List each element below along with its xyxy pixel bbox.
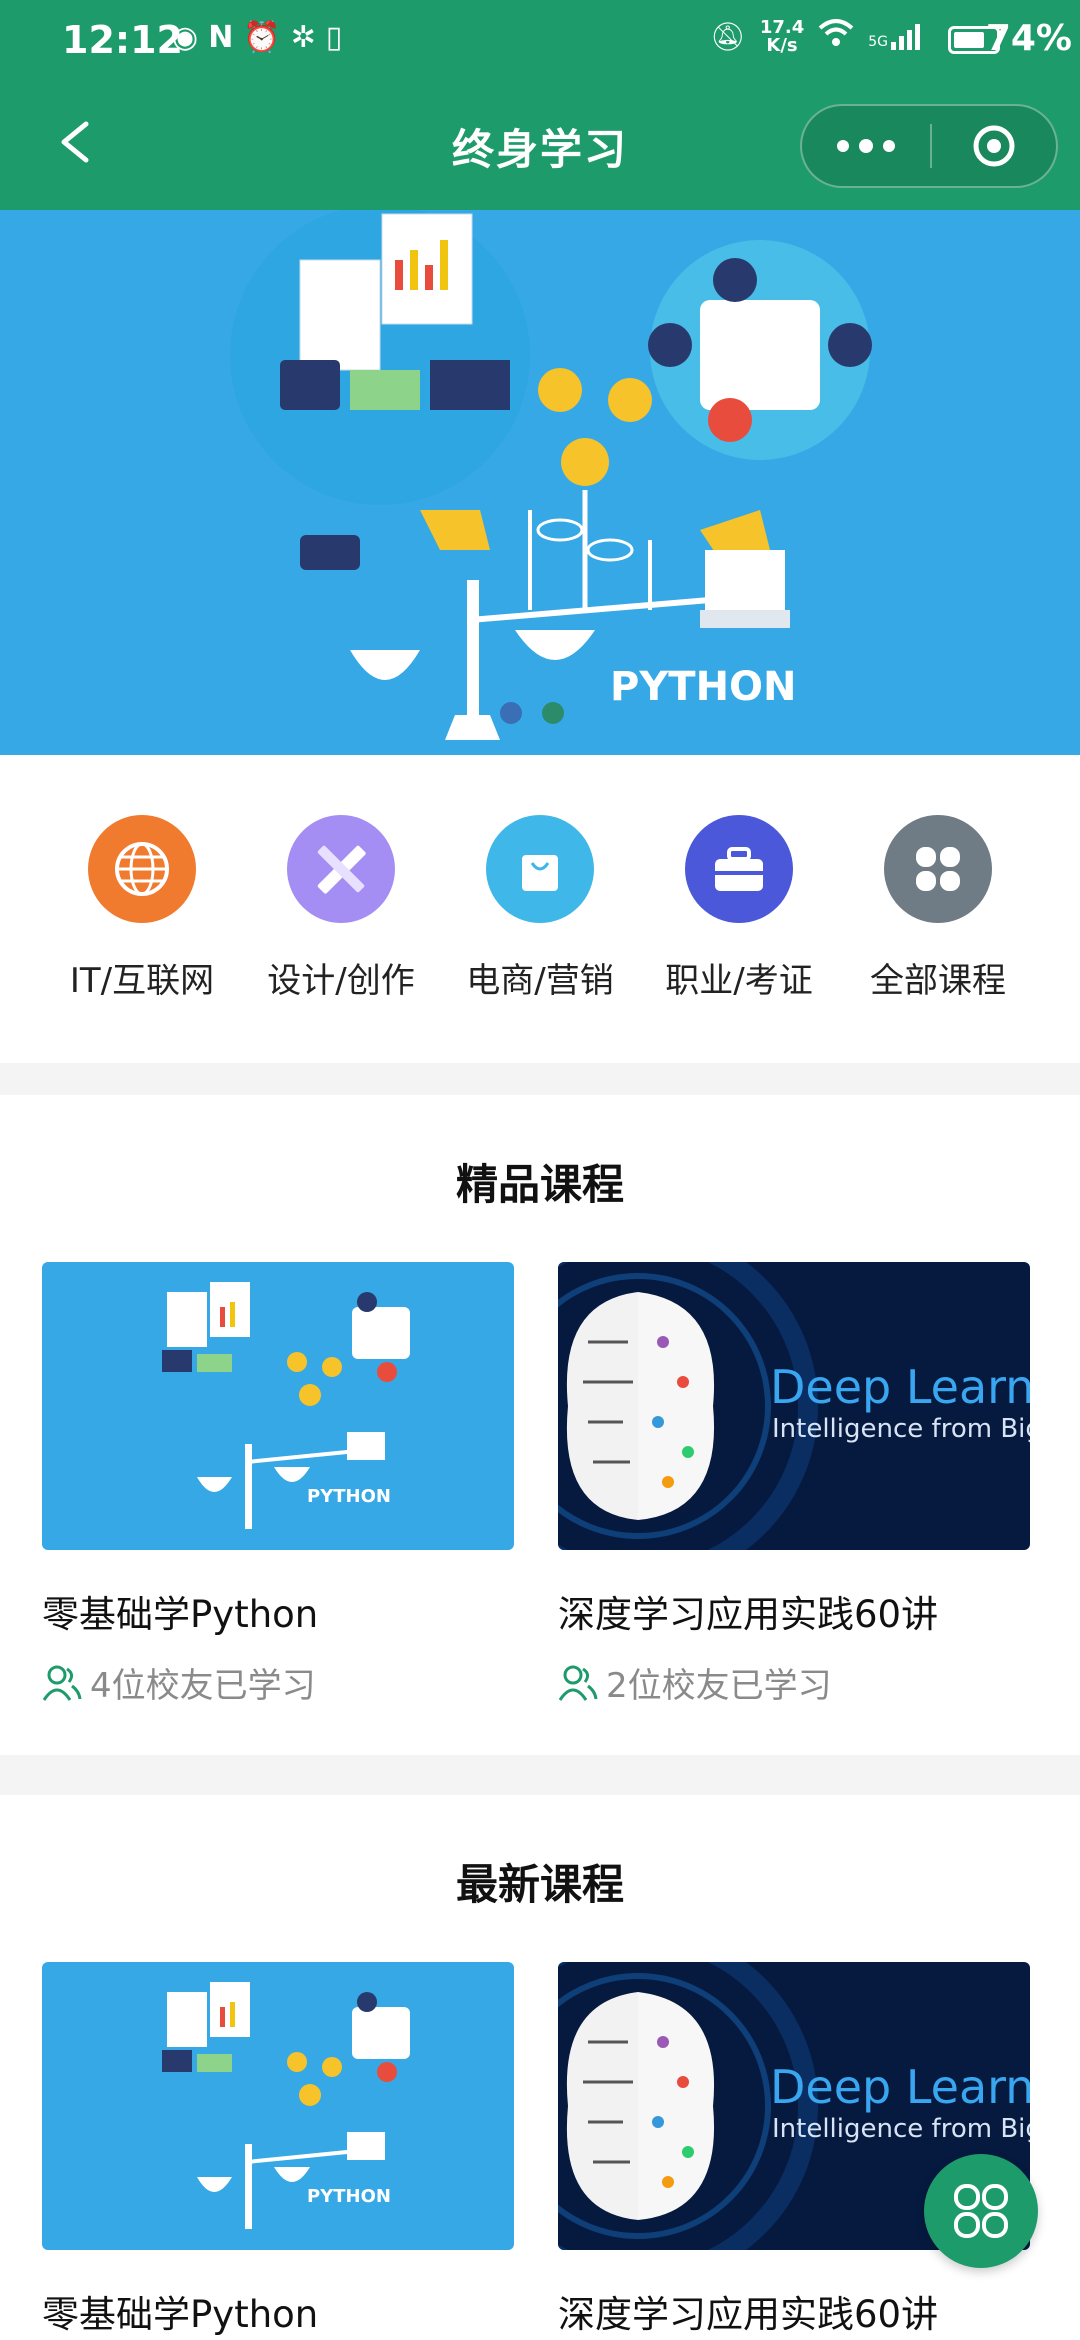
category-label: 职业/考证 bbox=[665, 961, 813, 1001]
nfc-icon: N bbox=[208, 20, 234, 55]
wifi-icon bbox=[818, 18, 854, 55]
featured-section: 精品课程 PYTHON 零基础学Python 4位校友已学习 Deep Lear… bbox=[0, 1095, 1080, 1755]
briefcase-icon bbox=[685, 815, 793, 923]
status-time: 12:12 bbox=[62, 18, 183, 62]
course-name: 零基础学Python bbox=[42, 1593, 319, 1636]
carousel-dot[interactable] bbox=[542, 702, 564, 724]
users-icon bbox=[558, 1665, 598, 1701]
more-button[interactable] bbox=[802, 106, 930, 186]
category-career[interactable]: 职业/考证 bbox=[639, 815, 839, 1002]
status-right-icons: 🔕︎ 17.4 K/s 5G bbox=[710, 18, 920, 55]
learners-text: 2位校友已学习 bbox=[606, 1666, 832, 1706]
thumb-python-text: PYTHON bbox=[307, 2186, 391, 2207]
carousel-dots bbox=[500, 702, 564, 724]
course-card[interactable]: Deep Learni Intelligence from Big 深度学习应用… bbox=[558, 1262, 1030, 1707]
floating-menu-button[interactable] bbox=[924, 2154, 1038, 2268]
carousel-dot[interactable] bbox=[500, 702, 522, 724]
net-speed-unit: K/s bbox=[766, 34, 798, 56]
users-icon bbox=[42, 1665, 82, 1701]
grid-icon bbox=[884, 815, 992, 923]
eye-icon: ◉ bbox=[172, 20, 199, 55]
course-thumbnail: Deep Learni Intelligence from Big bbox=[558, 1262, 1030, 1550]
banner-python-text: PYTHON bbox=[610, 664, 797, 710]
status-bar: 12:12 ◉ N ⏰ ✲ ▯ 🔕︎ 17.4 K/s 5G 74% bbox=[0, 0, 1080, 82]
shopping-bag-icon bbox=[486, 815, 594, 923]
clover-grid-icon bbox=[954, 2184, 1008, 2238]
python-finance-illustration: PYTHON bbox=[230, 210, 872, 740]
thumb-deep-title: Deep Learni bbox=[770, 2060, 1030, 2114]
category-ecommerce[interactable]: 电商/营销 bbox=[440, 815, 640, 1002]
course-name: 深度学习应用实践60讲 bbox=[558, 1593, 939, 1636]
bluetooth-icon: ✲ bbox=[290, 20, 316, 55]
section-heading: 精品课程 bbox=[455, 1160, 624, 1209]
battery-percent: 74% bbox=[985, 18, 1072, 59]
signal-label: 5G bbox=[868, 33, 888, 50]
latest-section: 最新课程 PYTHON 零基础学Python Deep Learni Intel… bbox=[0, 1795, 1080, 2340]
category-label: 电商/营销 bbox=[466, 961, 614, 1001]
banner-carousel[interactable]: PYTHON bbox=[0, 210, 1080, 755]
pencil-ruler-icon bbox=[287, 815, 395, 923]
category-label: IT/互联网 bbox=[69, 961, 215, 1001]
close-miniapp-button[interactable] bbox=[972, 124, 1016, 168]
net-speed-value: 17.4 bbox=[759, 16, 805, 38]
course-name: 深度学习应用实践60讲 bbox=[558, 2293, 939, 2336]
miniapp-capsule bbox=[800, 104, 1058, 188]
nav-bar: 终身学习 bbox=[0, 82, 1080, 210]
globe-icon bbox=[88, 815, 196, 923]
target-close-icon bbox=[973, 125, 1015, 167]
vibrate-icon: ▯ bbox=[325, 20, 343, 55]
course-card[interactable]: Deep Learni Intelligence from Big 深度学习应用… bbox=[558, 1962, 1030, 2338]
category-all[interactable]: 全部课程 bbox=[838, 815, 1038, 1002]
course-thumbnail: PYTHON bbox=[42, 1962, 514, 2250]
category-grid: IT/互联网 设计/创作 电商/营销 职业/考证 全部课程 bbox=[0, 755, 1080, 1063]
learners-text: 4位校友已学习 bbox=[90, 1666, 316, 1706]
course-learners: 4位校友已学习 bbox=[42, 1658, 514, 1707]
signal-icon: 5G bbox=[868, 23, 920, 50]
capsule-divider bbox=[930, 124, 932, 168]
thumb-deep-title: Deep Learni bbox=[770, 1360, 1030, 1414]
thumb-deep-subtitle: Intelligence from Big bbox=[772, 1414, 1030, 1444]
thumb-python-text: PYTHON bbox=[307, 1486, 391, 1507]
alarm-icon: ⏰ bbox=[243, 20, 281, 55]
course-name: 零基础学Python bbox=[42, 2293, 319, 2336]
course-thumbnail: PYTHON bbox=[42, 1262, 514, 1550]
thumb-deep-subtitle: Intelligence from Big bbox=[772, 2114, 1030, 2144]
net-speed: 17.4 K/s bbox=[759, 16, 805, 56]
category-it[interactable]: IT/互联网 bbox=[42, 815, 242, 1002]
section-heading: 最新课程 bbox=[455, 1860, 624, 1909]
mute-bell-icon: 🔕︎ bbox=[710, 20, 746, 53]
category-label: 全部课程 bbox=[870, 961, 1006, 1001]
course-learners: 2位校友已学习 bbox=[558, 1658, 1030, 1707]
more-dot bbox=[883, 140, 895, 152]
status-left-icons: ◉ N ⏰ ✲ ▯ bbox=[172, 20, 342, 55]
course-card[interactable]: PYTHON 零基础学Python 4位校友已学习 bbox=[42, 1262, 514, 1707]
course-card[interactable]: PYTHON 零基础学Python bbox=[42, 1962, 514, 2338]
more-dot bbox=[837, 140, 849, 152]
category-label: 设计/创作 bbox=[267, 961, 415, 1001]
more-dot bbox=[859, 139, 873, 153]
category-design[interactable]: 设计/创作 bbox=[241, 815, 441, 1002]
